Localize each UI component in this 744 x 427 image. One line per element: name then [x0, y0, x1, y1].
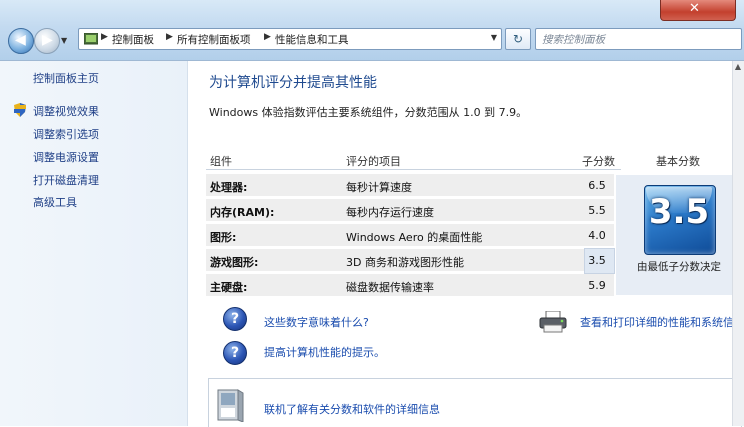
vertical-scrollbar[interactable]	[732, 61, 744, 426]
link-view-print-details[interactable]: 查看和打印详细的性能和系统信息	[580, 314, 744, 330]
component-label: 处理器:	[210, 181, 248, 194]
table-header-divider	[206, 169, 621, 170]
column-header-component: 组件	[210, 155, 232, 168]
rated-item: 每秒内存运行速度	[346, 206, 434, 219]
link-online-score-info[interactable]: 联机了解有关分数和软件的详细信息	[264, 401, 440, 417]
back-button[interactable]: ◀	[8, 28, 34, 54]
control-panel-icon	[84, 33, 98, 45]
rated-item: Windows Aero 的桌面性能	[346, 231, 483, 244]
recent-pages-dropdown-icon[interactable]: ▼	[61, 36, 67, 45]
page-title: 为计算机评分并提高其性能	[209, 75, 377, 91]
component-label: 图形:	[210, 231, 237, 244]
base-score-value: 3.5	[648, 192, 710, 232]
help-question-icon: ?	[223, 341, 247, 365]
column-header-base-score: 基本分数	[656, 155, 700, 168]
breadcrumb-separator-icon: ▶	[166, 32, 173, 42]
sidebar-item-advanced-tools[interactable]: 高级工具	[33, 194, 77, 210]
help-question-icon: ?	[223, 307, 247, 331]
component-label: 主硬盘:	[210, 281, 248, 294]
subscore-value: 4.0	[588, 229, 606, 242]
subscore-value: 6.5	[588, 179, 606, 192]
column-header-subscore: 子分数	[582, 155, 615, 168]
rated-item: 3D 商务和游戏图形性能	[346, 256, 464, 269]
forward-button[interactable]: ▶	[34, 28, 60, 54]
subscore-value: 5.5	[588, 204, 606, 217]
address-history-dropdown-icon[interactable]: ▼	[491, 33, 497, 42]
link-what-numbers-mean[interactable]: 这些数字意味着什么?	[264, 314, 369, 330]
rated-item: 每秒计算速度	[346, 181, 412, 194]
scroll-up-arrow-icon[interactable]: ▲	[732, 61, 744, 73]
printer-icon	[539, 311, 567, 333]
base-score-note: 由最低子分数决定	[637, 261, 721, 273]
address-bar[interactable]: ▶ 控制面板 ▶ 所有控制面板项 ▶ 性能信息和工具 ▼	[78, 28, 502, 50]
close-icon: ✕	[689, 1, 700, 16]
search-input[interactable]: 搜索控制面板	[535, 28, 742, 50]
breadcrumb-item-performance[interactable]: 性能信息和工具	[275, 32, 349, 47]
component-label: 内存(RAM):	[210, 206, 275, 219]
back-arrow-icon: ◀	[15, 32, 26, 48]
breadcrumb-separator-icon: ▶	[101, 32, 108, 42]
subscore-value: 3.5	[588, 254, 606, 267]
page-description: Windows 体验指数评估主要系统组件，分数范围从 1.0 到 7.9。	[209, 106, 528, 119]
breadcrumb-separator-icon: ▶	[264, 32, 271, 42]
component-label: 游戏图形:	[210, 256, 259, 269]
column-header-item: 评分的项目	[346, 155, 401, 168]
link-performance-tips[interactable]: 提高计算机性能的提示。	[264, 344, 385, 360]
breadcrumb-item-control-panel[interactable]: 控制面板	[112, 32, 154, 47]
sidebar-item-disk-cleanup[interactable]: 打开磁盘清理	[33, 172, 99, 188]
rated-item: 磁盘数据传输速率	[346, 281, 434, 294]
sidebar-item-indexing-options[interactable]: 调整索引选项	[33, 126, 99, 142]
sidebar-item-visual-effects[interactable]: 调整视觉效果	[33, 103, 99, 119]
subscore-value: 5.9	[588, 279, 606, 292]
sidebar-item-control-panel-home[interactable]: 控制面板主页	[33, 70, 99, 86]
sidebar-item-power-settings[interactable]: 调整电源设置	[33, 149, 99, 165]
shield-icon	[14, 103, 26, 117]
refresh-button[interactable]: ↻	[505, 28, 531, 50]
breadcrumb-item-all-items[interactable]: 所有控制面板项	[177, 32, 251, 47]
software-box-icon	[217, 389, 244, 422]
search-placeholder: 搜索控制面板	[542, 34, 605, 46]
forward-arrow-icon: ▶	[42, 32, 53, 48]
